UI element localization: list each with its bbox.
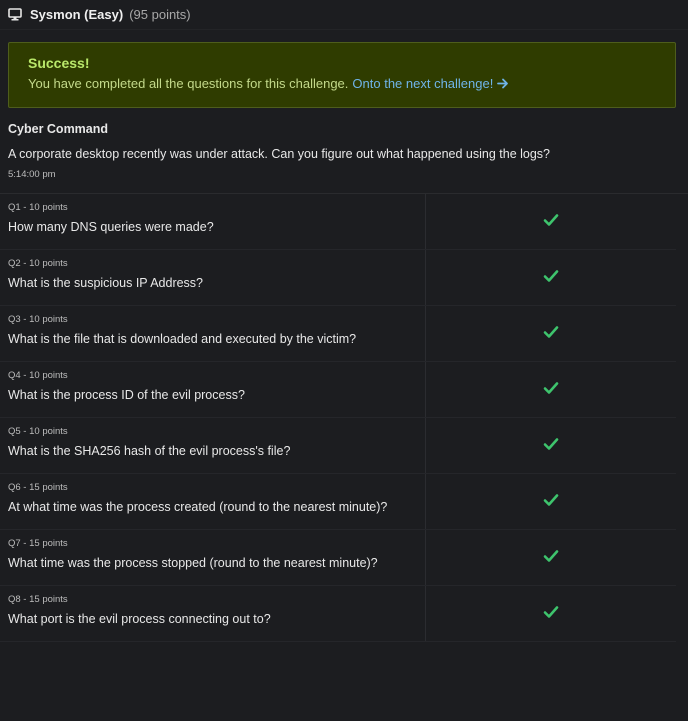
question-label: Q6 - 15 points [8,482,68,493]
challenge-organization: Cyber Command [8,122,109,136]
challenge-info: Cyber Command A corporate desktop recent… [0,108,688,194]
monitor-icon [8,7,24,22]
check-icon [543,214,559,226]
challenge-description: A corporate desktop recently was under a… [8,147,551,161]
question-label: Q5 - 10 points [8,426,68,437]
check-icon [543,270,559,282]
question-row[interactable]: Q7 - 15 points What time was the process… [0,530,676,586]
question-text: What time was the process stopped (round… [8,556,378,570]
question-row[interactable]: Q8 - 15 points What port is the evil pro… [0,586,676,642]
question-text: What is the SHA256 hash of the evil proc… [8,444,291,458]
question-text: How many DNS queries were made? [8,220,214,234]
challenge-title: Sysmon (Easy) [30,7,124,22]
question-text: At what time was the process created (ro… [8,500,388,514]
check-icon [543,438,559,450]
next-challenge-link[interactable]: Onto the next challenge! [352,76,509,91]
question-label: Q3 - 10 points [8,314,68,325]
question-row[interactable]: Q4 - 10 points What is the process ID of… [0,362,676,418]
next-challenge-label: Onto the next challenge! [352,76,494,91]
question-label: Q8 - 15 points [8,594,68,605]
arrow-right-icon [497,78,509,89]
success-message: You have completed all the questions for… [28,76,349,91]
question-row[interactable]: Q5 - 10 points What is the SHA256 hash o… [0,418,676,474]
question-label: Q7 - 15 points [8,538,68,549]
question-text: What port is the evil process connecting… [8,612,271,626]
question-text: What is the suspicious IP Address? [8,276,204,290]
challenge-time: 5:14:00 pm [8,169,56,180]
question-row[interactable]: Q2 - 10 points What is the suspicious IP… [0,250,676,306]
question-label: Q4 - 10 points [8,370,68,381]
question-label: Q2 - 10 points [8,258,68,269]
check-icon [543,382,559,394]
question-row[interactable]: Q3 - 10 points What is the file that is … [0,306,676,362]
question-row[interactable]: Q1 - 10 points How many DNS queries were… [0,194,676,250]
check-icon [543,606,559,618]
success-alert: Success! You have completed all the ques… [8,42,676,108]
question-label: Q1 - 10 points [8,202,68,213]
success-title: Success! [28,55,90,71]
challenge-header: Sysmon (Easy) (95 points) [0,0,688,30]
question-row[interactable]: Q6 - 15 points At what time was the proc… [0,474,676,530]
question-text: What is the process ID of the evil proce… [8,388,245,402]
questions-list: Q1 - 10 points How many DNS queries were… [0,194,676,642]
check-icon [543,494,559,506]
question-text: What is the file that is downloaded and … [8,332,357,346]
check-icon [543,550,559,562]
check-icon [543,326,559,338]
challenge-points: (95 points) [129,7,191,22]
